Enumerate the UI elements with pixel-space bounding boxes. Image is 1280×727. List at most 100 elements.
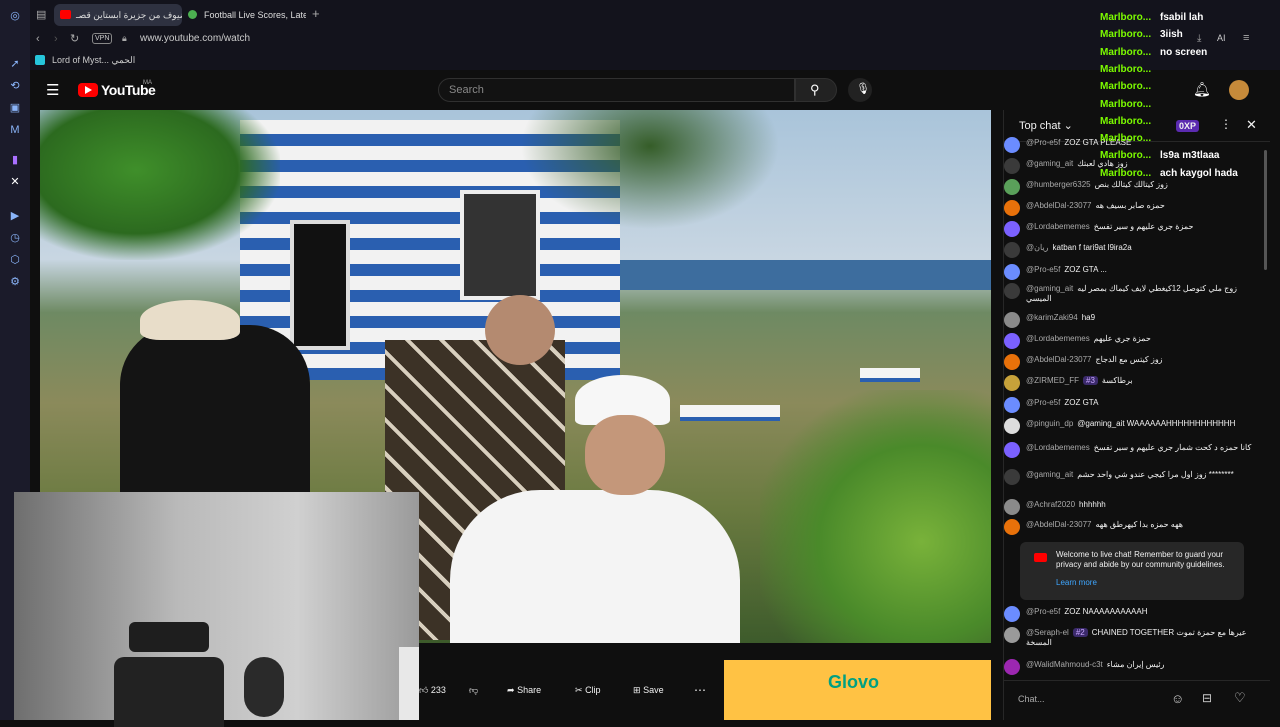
chat-text: زوز كيتالك كيتالك بنص <box>1094 180 1168 189</box>
chat-avatar[interactable] <box>1004 354 1020 370</box>
chat-author[interactable]: @humberger6325 <box>1026 180 1091 189</box>
tab-youtube[interactable]: ضيوف من جزيرة ابستاين قصـ <box>54 4 182 26</box>
dislike-button[interactable]: 👎︎ <box>469 680 483 700</box>
chat-author[interactable]: @AbdelDal-23077 <box>1026 201 1092 210</box>
chat-text: katban f tari9at l9ira2a <box>1052 243 1132 252</box>
ad-banner[interactable]: Glovo <box>724 660 991 720</box>
chat-avatar[interactable] <box>1004 137 1020 153</box>
video-hat <box>140 300 240 340</box>
sidebar-twitch-icon[interactable]: ▮ <box>8 153 22 167</box>
search-input[interactable]: Search <box>438 78 795 102</box>
like-button[interactable]: 👍︎ 233 <box>419 680 453 700</box>
bookmark-item[interactable]: Lord of Myst... الحمي <box>52 55 135 66</box>
chat-author[interactable]: @AbdelDal-23077 <box>1026 355 1092 364</box>
chat-avatar[interactable] <box>1004 519 1020 535</box>
chat-avatar[interactable] <box>1004 499 1020 515</box>
chat-mode-dropdown[interactable]: Top chat ⌄ <box>1019 119 1073 132</box>
chat-author[interactable]: @Lordabememes <box>1026 334 1090 343</box>
chat-author[interactable]: @Seraph-el <box>1026 628 1069 637</box>
share-button[interactable]: ➦ Share <box>507 680 557 700</box>
reload-icon[interactable]: ↻ <box>70 32 79 45</box>
chat-author[interactable]: @pinguin_dp <box>1026 419 1073 428</box>
clip-button[interactable]: ✂ Clip <box>575 680 611 700</box>
chat-avatar[interactable] <box>1004 200 1020 216</box>
chat-avatar[interactable] <box>1004 469 1020 485</box>
vpn-badge[interactable]: VPN <box>92 33 113 44</box>
chat-avatar[interactable] <box>1004 221 1020 237</box>
chat-author[interactable]: @Pro-e5f <box>1026 398 1060 407</box>
chat-author[interactable]: @Pro-e5f <box>1026 138 1060 147</box>
chat-avatar[interactable] <box>1004 606 1020 622</box>
search-icon: ⚲ <box>810 82 820 97</box>
chat-author[interactable]: @AbdelDal-23077 <box>1026 520 1092 529</box>
chat-author[interactable]: @gaming_ait <box>1026 159 1073 168</box>
chat-avatar[interactable] <box>1004 442 1020 458</box>
overlay-username: Marlboro... <box>1100 98 1152 110</box>
chat-author[interactable]: @gaming_ait <box>1026 284 1073 293</box>
heart-icon[interactable]: ♡ <box>1234 690 1246 706</box>
sidebar-image-icon[interactable]: ▣ <box>8 101 22 115</box>
learn-more-link[interactable]: Learn more <box>1056 578 1097 588</box>
sidebar-play-icon[interactable]: ▶ <box>8 209 22 223</box>
chat-author[interactable]: @Pro-e5f <box>1026 607 1060 616</box>
chat-avatar[interactable] <box>1004 418 1020 434</box>
chat-text: ha9 <box>1081 313 1096 322</box>
browser-logo-icon[interactable]: ◎ <box>8 9 22 23</box>
voice-search-button[interactable]: 🎙︎ <box>848 78 872 102</box>
chat-avatar[interactable] <box>1004 158 1020 174</box>
chat-message: @Lordabememes حمزة جري عليهم و سير تفسخ <box>1004 221 1256 237</box>
search-button[interactable]: ⚲ <box>795 78 837 102</box>
chat-avatar[interactable] <box>1004 312 1020 328</box>
chat-avatar[interactable] <box>1004 397 1020 413</box>
save-button[interactable]: ⊞ Save <box>633 680 675 700</box>
chevron-down-icon: ⌄ <box>1063 120 1073 132</box>
overlay-username: Marlboro... <box>1100 63 1152 75</box>
chat-author[interactable]: @Pro-e5f <box>1026 265 1060 274</box>
youtube-small-icon <box>1034 553 1047 562</box>
chat-input[interactable]: Chat... <box>1018 688 1166 710</box>
sidebar-bookmark-icon[interactable]: ⟲ <box>8 79 22 93</box>
chat-author[interactable]: @Lordabememes <box>1026 222 1090 231</box>
overlay-message: fsabil lah <box>1160 12 1204 23</box>
chat-avatar[interactable] <box>1004 333 1020 349</box>
chat-avatar[interactable] <box>1004 659 1020 675</box>
chat-avatar[interactable] <box>1004 264 1020 280</box>
webcam-chair-back <box>114 657 224 727</box>
chat-avatar[interactable] <box>1004 375 1020 391</box>
sidebar-mail-icon[interactable]: M <box>8 123 22 137</box>
chat-message: @humberger6325 زوز كيتالك كيتالك بنص <box>1004 179 1256 195</box>
url-field[interactable]: www.youtube.com/watch <box>140 33 250 44</box>
member-badge: #3 <box>1083 376 1098 385</box>
tab-football[interactable]: Football Live Scores, Late <box>182 4 306 26</box>
sidebar-settings-icon[interactable]: ⚙ <box>8 275 22 289</box>
emoji-icon[interactable]: ☺ <box>1171 691 1184 706</box>
forward-icon[interactable]: › <box>54 33 58 45</box>
chat-message: @gaming_ait زوج ملي كتوصل 12كيغطي لايف كي… <box>1004 283 1256 304</box>
chat-author[interactable]: @karimZaki94 <box>1026 313 1078 322</box>
chat-author[interactable]: @Lordabememes <box>1026 443 1090 452</box>
thumbs-down-icon: 👎︎ <box>469 685 479 695</box>
tab-overview-icon[interactable]: ▤ <box>36 8 46 21</box>
more-actions-icon[interactable]: ⋯ <box>694 680 708 700</box>
chat-author[interactable]: @WalidMahmoud-c3t <box>1026 660 1103 669</box>
overlay-message: ach kaygol hada <box>1160 167 1238 179</box>
chat-author[interactable]: @gaming_ait <box>1026 470 1073 479</box>
sidebar-history-icon[interactable]: ◷ <box>8 231 22 245</box>
chat-avatar[interactable] <box>1004 242 1020 258</box>
sidebar-extensions-icon[interactable]: ⬡ <box>8 253 22 267</box>
chat-avatar[interactable] <box>1004 283 1020 299</box>
chat-avatar[interactable] <box>1004 627 1020 643</box>
youtube-logo-icon[interactable] <box>78 83 98 97</box>
sidebar-x-icon[interactable]: ✕ <box>8 175 22 189</box>
new-tab-button[interactable]: + <box>312 6 320 21</box>
back-icon[interactable]: ‹ <box>36 33 40 45</box>
chat-message: @Achraf2020 hhhhhh <box>1004 499 1256 515</box>
super-chat-icon[interactable]: ⊟ <box>1202 691 1212 705</box>
chat-avatar[interactable] <box>1004 179 1020 195</box>
chat-author[interactable]: @ريان <box>1026 243 1049 252</box>
overlay-username: Marlboro... <box>1100 46 1152 58</box>
chat-author[interactable]: @Achraf2020 <box>1026 500 1075 509</box>
sidebar-compass-icon[interactable]: ➚ <box>8 57 22 71</box>
hamburger-icon[interactable]: ☰ <box>46 81 59 99</box>
chat-author[interactable]: @ZIRMED_FF <box>1026 376 1079 385</box>
